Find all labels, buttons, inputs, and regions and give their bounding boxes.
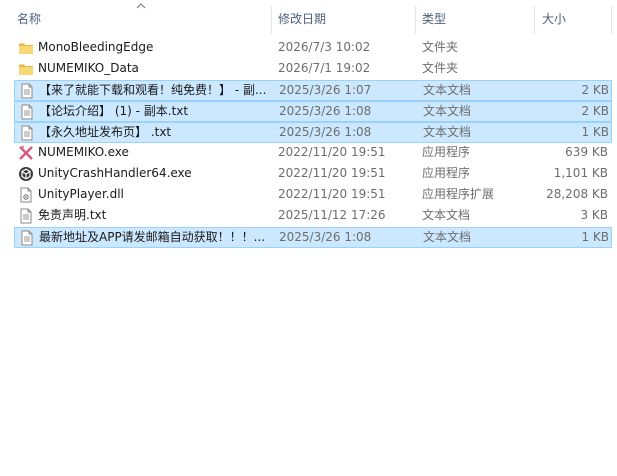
folder-icon bbox=[18, 40, 34, 56]
column-header-type[interactable]: 类型 bbox=[422, 0, 532, 38]
file-row[interactable]: UnityCrashHandler64.exe 2022/11/20 19:51 应… bbox=[14, 164, 612, 185]
text-file-icon bbox=[18, 208, 34, 224]
file-date: 2022/11/20 19:51 bbox=[278, 166, 386, 180]
file-name: NUMEMIKO.exe bbox=[38, 145, 129, 159]
file-type: 文本文档 bbox=[422, 208, 471, 222]
file-type: 应用程序 bbox=[422, 166, 471, 180]
file-date: 2025/3/26 1:07 bbox=[279, 83, 372, 97]
file-date: 2022/11/20 19:51 bbox=[278, 187, 386, 201]
file-row[interactable]: 【论坛介绍】 (1) - 副本.txt 2025/3/26 1:08 文本文档 2 K… bbox=[14, 101, 612, 122]
column-divider[interactable] bbox=[415, 6, 416, 34]
file-size: 2 KB bbox=[581, 104, 609, 118]
file-date: 2025/3/26 1:08 bbox=[279, 125, 372, 139]
file-date: 2026/7/1 19:02 bbox=[278, 61, 371, 75]
file-name: 最新地址及APP请发邮箱自动获取！！！... bbox=[39, 230, 266, 244]
unity-icon bbox=[18, 166, 34, 182]
file-type: 文本文档 bbox=[423, 125, 472, 139]
file-size: 3 KB bbox=[580, 208, 608, 222]
column-header-bar: 名称 修改日期 类型 大小 bbox=[0, 0, 617, 38]
text-file-icon bbox=[19, 83, 35, 99]
text-file-icon bbox=[19, 230, 35, 246]
file-type: 文件夹 bbox=[422, 40, 459, 54]
file-name: 【来了就能下载和观看！纯免费！】 - 副... bbox=[39, 83, 267, 97]
dll-file-icon bbox=[18, 187, 34, 203]
file-name: UnityPlayer.dll bbox=[38, 187, 124, 201]
column-header-size[interactable]: 大小 bbox=[542, 0, 602, 38]
file-date: 2022/11/20 19:51 bbox=[278, 145, 386, 159]
file-type: 文件夹 bbox=[422, 61, 459, 75]
file-type: 文本文档 bbox=[423, 104, 472, 118]
column-divider[interactable] bbox=[271, 6, 272, 34]
file-type: 文本文档 bbox=[423, 230, 472, 244]
file-row[interactable]: NUMEMIKO_Data 2026/7/1 19:02 文件夹 bbox=[14, 59, 612, 80]
column-divider[interactable] bbox=[534, 6, 535, 34]
file-row[interactable]: UnityPlayer.dll 2022/11/20 19:51 应用程序扩展 28,… bbox=[14, 185, 612, 206]
file-size: 28,208 KB bbox=[546, 187, 608, 201]
text-file-icon bbox=[19, 125, 35, 141]
file-name: MonoBleedingEdge bbox=[38, 40, 154, 54]
file-size: 639 KB bbox=[565, 145, 608, 159]
file-name: 【论坛介绍】 (1) - 副本.txt bbox=[39, 104, 189, 118]
file-row[interactable]: 【永久地址发布页】 .txt 2025/3/26 1:08 文本文档 1 KB bbox=[14, 122, 612, 143]
file-row[interactable]: NUMEMIKO.exe 2022/11/20 19:51 应用程序 639 KB bbox=[14, 143, 612, 164]
file-row[interactable]: 最新地址及APP请发邮箱自动获取！！！... 2025/3/26 1:08 文本文档… bbox=[14, 227, 612, 248]
file-size: 1 KB bbox=[581, 230, 609, 244]
file-row[interactable]: MonoBleedingEdge 2026/7/3 10:02 文件夹 bbox=[14, 38, 612, 59]
file-name: 【永久地址发布页】 .txt bbox=[39, 125, 172, 139]
file-date: 2025/11/12 17:26 bbox=[278, 208, 386, 222]
folder-icon bbox=[18, 61, 34, 77]
file-name: NUMEMIKO_Data bbox=[38, 61, 139, 75]
app-exe-icon bbox=[18, 145, 34, 161]
file-size: 1 KB bbox=[581, 125, 609, 139]
file-size: 1,101 KB bbox=[553, 166, 608, 180]
file-size: 2 KB bbox=[581, 83, 609, 97]
file-date: 2026/7/3 10:02 bbox=[278, 40, 371, 54]
column-divider[interactable] bbox=[611, 6, 612, 34]
file-date: 2025/3/26 1:08 bbox=[279, 104, 372, 118]
file-type: 应用程序扩展 bbox=[422, 187, 495, 201]
text-file-icon bbox=[19, 104, 35, 120]
file-size bbox=[534, 59, 608, 78]
column-header-name[interactable]: 名称 bbox=[17, 0, 267, 38]
file-type: 文本文档 bbox=[423, 83, 472, 97]
file-name: 免责声明.txt bbox=[38, 208, 107, 222]
file-date: 2025/3/26 1:08 bbox=[279, 230, 372, 244]
column-header-date[interactable]: 修改日期 bbox=[278, 0, 408, 38]
file-row[interactable]: 【来了就能下载和观看！纯免费！】 - 副... 2025/3/26 1:07 文本文… bbox=[14, 80, 612, 101]
file-row[interactable]: 免责声明.txt 2025/11/12 17:26 文本文档 3 KB bbox=[14, 206, 612, 227]
file-type: 应用程序 bbox=[422, 145, 471, 159]
file-size bbox=[534, 38, 608, 57]
file-name: UnityCrashHandler64.exe bbox=[38, 166, 192, 180]
